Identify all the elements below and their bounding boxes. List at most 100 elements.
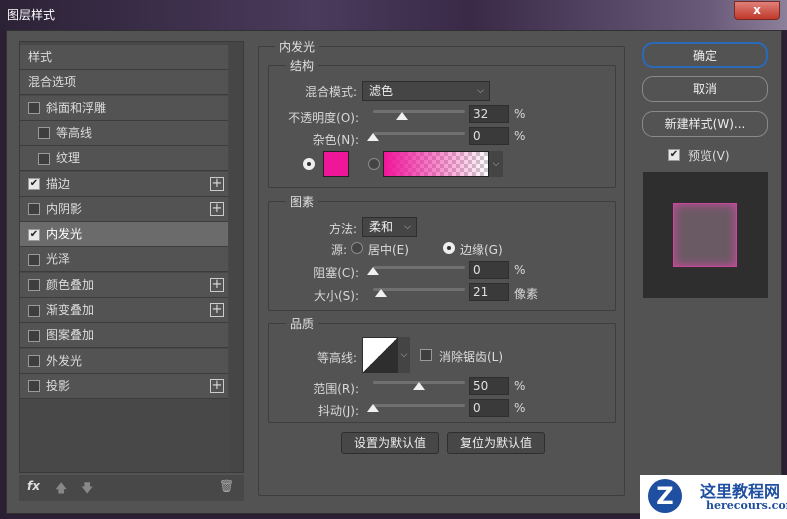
style-item[interactable]: 纹理 (20, 146, 228, 172)
style-item[interactable]: ✔ 描边 + (20, 171, 228, 197)
add-icon[interactable]: + (210, 303, 224, 317)
method-value: 柔和 (369, 220, 394, 234)
contour-preview[interactable] (362, 337, 398, 373)
layer-style-dialog: 样式 混合选项 斜面和浮雕 等高线 纹理 ✔ 描边 + 内阴影 + ✔ 内发光 光泽 颜色叠加 + 渐变叠加 +… (6, 30, 782, 514)
style-checkbox[interactable]: ✔ (28, 178, 40, 190)
preview-label: 预览(V) (688, 149, 730, 163)
style-checkbox[interactable] (28, 304, 40, 317)
new-style-button[interactable]: 新建样式(W)... (642, 111, 768, 137)
style-item-label: 外发光 (46, 353, 83, 368)
style-item[interactable]: 样式 (20, 45, 228, 70)
style-item-label: 等高线 (56, 125, 93, 140)
style-item-label: 纹理 (56, 151, 81, 166)
close-button[interactable]: x (734, 1, 780, 20)
opacity-slider[interactable] (373, 110, 465, 113)
z-logo-icon: Z (648, 479, 682, 513)
style-checkbox[interactable] (38, 127, 50, 140)
chevron-down-icon: ⌵ (477, 86, 484, 96)
list-footer: fx 🡅 🡇 🗑 (19, 475, 244, 501)
contour-chevron-icon[interactable]: ⌵ (398, 337, 410, 373)
elements-title: 图素 (286, 193, 319, 210)
contour-label: 等高线: (316, 351, 357, 365)
style-item-label: 描边 (46, 176, 71, 191)
trash-icon[interactable]: 🗑 (219, 479, 234, 493)
choke-input[interactable]: 0 (469, 261, 509, 279)
range-unit: % (514, 379, 526, 393)
gradient-radio[interactable] (368, 158, 380, 170)
style-item[interactable]: 等高线 (20, 120, 228, 146)
cancel-button[interactable]: 取消 (642, 76, 768, 102)
style-item[interactable]: 渐变叠加 + (20, 298, 228, 323)
move-up-icon[interactable]: 🡅 (55, 479, 67, 500)
style-item[interactable]: 投影 + (20, 373, 228, 399)
style-checkbox[interactable] (28, 329, 40, 342)
style-item[interactable]: 外发光 (20, 348, 228, 374)
style-checkbox[interactable] (28, 102, 40, 115)
range-input[interactable]: 50 (469, 377, 509, 395)
choke-unit: % (514, 263, 526, 277)
blend-mode-label: 混合模式: (304, 85, 357, 99)
method-select[interactable]: 柔和 ⌵ (362, 217, 417, 237)
range-slider-thumb[interactable] (413, 382, 425, 390)
source-center-radio[interactable] (351, 242, 363, 254)
watermark-logo: Z 这里教程网 herecours.com (640, 475, 787, 519)
preview-checkbox[interactable]: ✔ (668, 149, 680, 161)
quality-title: 品质 (286, 315, 319, 332)
style-checkbox[interactable]: ✔ (28, 228, 40, 241)
opacity-slider-thumb[interactable] (396, 112, 409, 120)
source-edge-label: 边缘(G) (460, 243, 503, 257)
opacity-label: 不透明度(O): (288, 111, 359, 125)
style-checkbox[interactable] (28, 380, 40, 393)
jitter-unit: % (514, 401, 526, 415)
add-icon[interactable]: + (210, 277, 224, 292)
style-checkbox[interactable] (28, 355, 40, 368)
style-item[interactable]: 光泽 (20, 247, 228, 273)
style-item[interactable]: 图案叠加 (20, 323, 228, 349)
set-default-button[interactable]: 设置为默认值 (341, 432, 439, 454)
fx-button[interactable]: fx (27, 479, 40, 493)
choke-slider-thumb[interactable] (367, 267, 379, 275)
style-item-label: 图案叠加 (46, 328, 95, 343)
choke-slider[interactable] (373, 266, 465, 269)
style-checkbox[interactable] (28, 279, 40, 292)
move-down-icon[interactable]: 🡇 (81, 479, 93, 500)
size-slider[interactable] (373, 288, 465, 291)
blend-mode-select[interactable]: 滤色 ⌵ (362, 81, 490, 101)
reset-default-button[interactable]: 复位为默认值 (447, 432, 545, 454)
window-title: 图层样式 (7, 8, 56, 22)
size-slider-thumb[interactable] (374, 289, 387, 297)
noise-slider[interactable] (373, 132, 465, 135)
solid-color-radio[interactable] (303, 158, 315, 170)
style-item[interactable]: 内阴影 + (20, 196, 228, 222)
style-checkbox[interactable] (28, 253, 40, 266)
source-edge-radio[interactable] (443, 242, 455, 254)
ok-button[interactable]: 确定 (642, 42, 768, 68)
style-item[interactable]: 混合选项 (20, 70, 228, 96)
gradient-preview[interactable] (383, 151, 489, 177)
watermark-en: herecours.com (706, 499, 787, 512)
add-icon[interactable]: + (210, 378, 224, 393)
chevron-down-icon: ⌵ (404, 222, 411, 232)
size-input[interactable]: 21 (469, 283, 509, 301)
noise-label: 杂色(N): (312, 133, 359, 147)
noise-slider-thumb[interactable] (367, 133, 379, 141)
style-item[interactable]: ✔ 内发光 (20, 222, 228, 248)
style-item-label: 光泽 (46, 252, 71, 267)
jitter-slider-thumb[interactable] (367, 404, 379, 412)
style-item-label: 内发光 (46, 227, 83, 242)
style-item[interactable]: 颜色叠加 + (20, 272, 228, 298)
jitter-slider[interactable] (373, 404, 465, 407)
add-icon[interactable]: + (210, 176, 224, 191)
style-item[interactable]: 斜面和浮雕 (20, 95, 228, 121)
style-item-label: 渐变叠加 (46, 303, 95, 317)
glow-color-swatch[interactable] (323, 151, 349, 177)
noise-input[interactable]: 0 (469, 127, 509, 145)
antialias-checkbox[interactable] (420, 349, 432, 361)
opacity-input[interactable]: 32 (469, 105, 509, 123)
gradient-dropdown-chevron-icon[interactable]: ⌵ (489, 151, 503, 177)
add-icon[interactable]: + (210, 201, 224, 216)
style-checkbox[interactable] (28, 203, 40, 216)
style-checkbox[interactable] (38, 152, 50, 165)
scrollbar[interactable] (229, 42, 243, 472)
jitter-input[interactable]: 0 (469, 399, 509, 417)
